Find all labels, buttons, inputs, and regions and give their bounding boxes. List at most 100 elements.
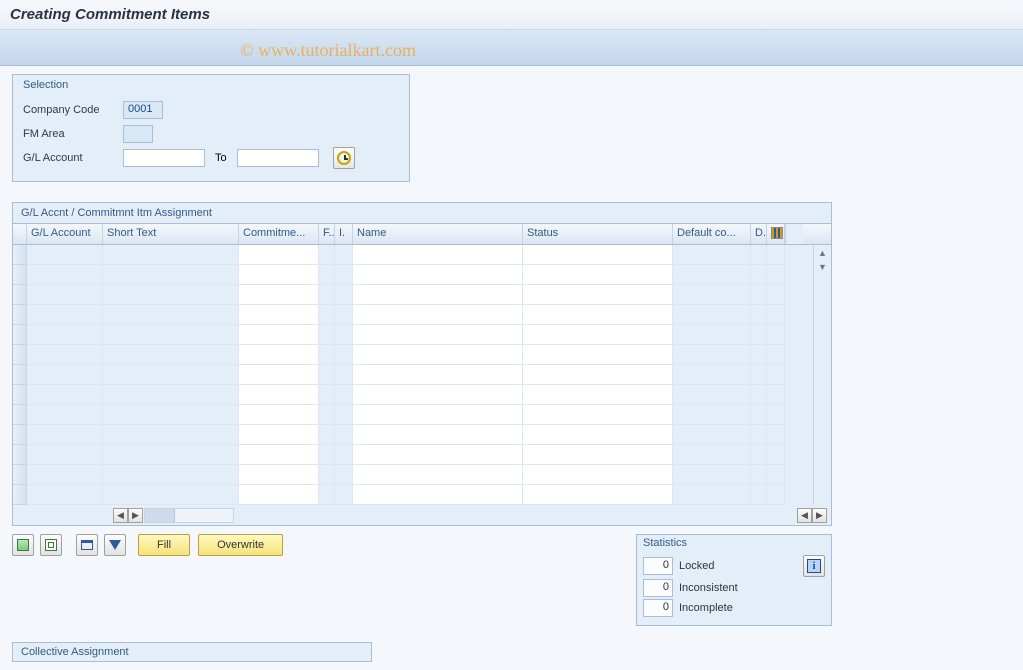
gl-account-from-input[interactable] — [123, 149, 205, 167]
table-cell[interactable] — [335, 425, 353, 445]
table-cell[interactable] — [353, 305, 523, 325]
table-cell[interactable] — [767, 445, 785, 465]
table-cell[interactable] — [319, 285, 335, 305]
table-cell[interactable] — [673, 485, 751, 505]
table-cell[interactable] — [335, 365, 353, 385]
table-cell[interactable] — [319, 305, 335, 325]
gl-account-to-input[interactable] — [237, 149, 319, 167]
row-selector[interactable] — [13, 425, 27, 445]
print-button[interactable] — [76, 534, 98, 556]
table-cell[interactable] — [751, 305, 767, 325]
table-cell[interactable] — [335, 305, 353, 325]
scroll-up-icon[interactable]: ▲ — [816, 246, 830, 260]
table-cell[interactable] — [239, 405, 319, 425]
row-selector-header[interactable] — [13, 224, 27, 244]
row-selector[interactable] — [13, 385, 27, 405]
table-cell[interactable] — [27, 445, 103, 465]
table-settings-button[interactable] — [767, 224, 785, 244]
table-cell[interactable] — [523, 305, 673, 325]
row-selector[interactable] — [13, 445, 27, 465]
col-status[interactable]: Status — [523, 224, 673, 244]
hscroll-left-icon[interactable]: ◀ — [113, 508, 128, 523]
table-cell[interactable] — [27, 285, 103, 305]
table-cell[interactable] — [673, 325, 751, 345]
table-cell[interactable] — [673, 245, 751, 265]
scroll-down-icon[interactable]: ▼ — [816, 260, 830, 274]
table-cell[interactable] — [523, 325, 673, 345]
table-cell[interactable] — [27, 245, 103, 265]
table-cell[interactable] — [103, 345, 239, 365]
col-d[interactable]: D.. — [751, 224, 767, 244]
table-cell[interactable] — [523, 385, 673, 405]
table-cell[interactable] — [751, 485, 767, 505]
table-cell[interactable] — [239, 265, 319, 285]
table-cell[interactable] — [103, 405, 239, 425]
table-cell[interactable] — [751, 365, 767, 385]
hscroll-right-icon[interactable]: ▶ — [128, 508, 143, 523]
table-cell[interactable] — [27, 265, 103, 285]
table-row[interactable] — [13, 465, 813, 485]
table-cell[interactable] — [239, 425, 319, 445]
table-cell[interactable] — [103, 365, 239, 385]
table-cell[interactable] — [335, 265, 353, 285]
row-selector[interactable] — [13, 405, 27, 425]
table-cell[interactable] — [103, 265, 239, 285]
hscroll-thumb[interactable] — [145, 509, 175, 522]
table-row[interactable] — [13, 365, 813, 385]
fill-button[interactable]: Fill — [138, 534, 190, 556]
table-cell[interactable] — [27, 305, 103, 325]
table-row[interactable] — [13, 345, 813, 365]
table-cell[interactable] — [319, 265, 335, 285]
filter-button[interactable] — [104, 534, 126, 556]
table-cell[interactable] — [27, 405, 103, 425]
row-selector[interactable] — [13, 465, 27, 485]
select-all-button[interactable] — [12, 534, 34, 556]
table-cell[interactable] — [751, 445, 767, 465]
table-cell[interactable] — [239, 465, 319, 485]
table-cell[interactable] — [767, 325, 785, 345]
table-cell[interactable] — [767, 485, 785, 505]
table-cell[interactable] — [523, 425, 673, 445]
table-cell[interactable] — [523, 465, 673, 485]
table-cell[interactable] — [751, 405, 767, 425]
table-cell[interactable] — [767, 385, 785, 405]
table-cell[interactable] — [319, 405, 335, 425]
table-row[interactable] — [13, 265, 813, 285]
table-cell[interactable] — [319, 365, 335, 385]
col-gl-account[interactable]: G/L Account — [27, 224, 103, 244]
table-cell[interactable] — [673, 425, 751, 445]
table-cell[interactable] — [353, 385, 523, 405]
table-row[interactable] — [13, 305, 813, 325]
table-cell[interactable] — [335, 485, 353, 505]
row-selector[interactable] — [13, 365, 27, 385]
table-cell[interactable] — [27, 365, 103, 385]
table-cell[interactable] — [353, 425, 523, 445]
table-cell[interactable] — [103, 325, 239, 345]
col-f[interactable]: F.. — [319, 224, 335, 244]
col-name[interactable]: Name — [353, 224, 523, 244]
table-cell[interactable] — [239, 305, 319, 325]
table-row[interactable] — [13, 405, 813, 425]
row-selector[interactable] — [13, 345, 27, 365]
table-cell[interactable] — [523, 405, 673, 425]
table-cell[interactable] — [239, 245, 319, 265]
table-cell[interactable] — [239, 385, 319, 405]
deselect-all-button[interactable] — [40, 534, 62, 556]
table-cell[interactable] — [103, 305, 239, 325]
col-i[interactable]: I. — [335, 224, 353, 244]
table-row[interactable] — [13, 485, 813, 505]
table-cell[interactable] — [673, 285, 751, 305]
table-cell[interactable] — [751, 425, 767, 445]
table-cell[interactable] — [239, 285, 319, 305]
table-cell[interactable] — [335, 325, 353, 345]
row-selector[interactable] — [13, 325, 27, 345]
table-vertical-scrollbar[interactable]: ▲ ▼ — [813, 245, 831, 505]
table-cell[interactable] — [319, 445, 335, 465]
table-cell[interactable] — [319, 485, 335, 505]
table-cell[interactable] — [523, 485, 673, 505]
table-cell[interactable] — [673, 265, 751, 285]
table-cell[interactable] — [751, 345, 767, 365]
table-cell[interactable] — [751, 285, 767, 305]
hscroll-track[interactable] — [144, 508, 234, 523]
row-selector[interactable] — [13, 285, 27, 305]
